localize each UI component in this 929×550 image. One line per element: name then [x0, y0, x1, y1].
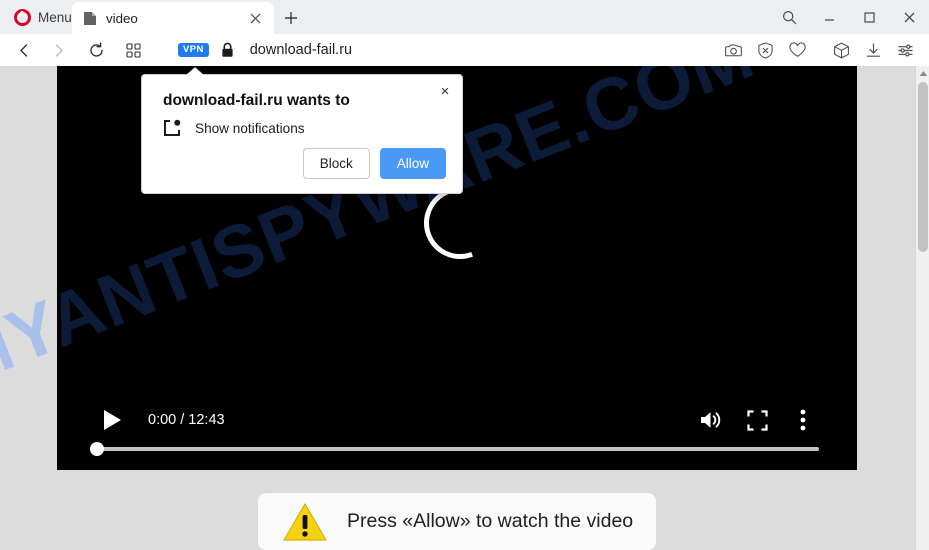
video-progress-handle[interactable] — [90, 442, 104, 456]
address-bar-url[interactable]: download-fail.ru — [250, 42, 352, 58]
window-controls — [769, 0, 929, 34]
notification-permission-dialog: × download-fail.ru wants to Show notific… — [141, 68, 463, 194]
camera-snapshot-icon[interactable] — [717, 35, 749, 65]
vpn-badge[interactable]: VPN — [178, 42, 209, 58]
video-controls: 0:00 / 12:43 — [57, 380, 857, 470]
tab-title: video — [106, 10, 138, 26]
notifications-icon — [163, 119, 181, 137]
dialog-actions: Block Allow — [302, 148, 446, 179]
cube-workspaces-icon[interactable] — [825, 35, 857, 65]
opera-menu-label: Menu — [38, 9, 72, 25]
grid-icon[interactable] — [118, 35, 148, 65]
forward-arrow-icon — [43, 35, 73, 65]
scrollbar-thumb[interactable] — [918, 82, 928, 252]
play-icon[interactable] — [92, 400, 132, 440]
video-controls-row: 0:00 / 12:43 — [57, 400, 857, 440]
ad-blocker-shield-icon[interactable] — [749, 35, 781, 65]
navigation-toolbar: VPN download-fail.ru — [0, 34, 929, 66]
search-icon[interactable] — [769, 0, 809, 34]
opera-o-icon — [14, 8, 31, 26]
minimize-icon[interactable] — [809, 0, 849, 34]
opera-menu-button[interactable]: Menu — [10, 4, 76, 30]
dialog-permission-label: Show notifications — [195, 120, 305, 136]
block-button[interactable]: Block — [302, 148, 370, 179]
title-bar: Menu video — [0, 0, 929, 34]
tab-video[interactable]: video — [72, 2, 274, 34]
allow-prompt-banner: Press «Allow» to watch the video — [258, 493, 656, 550]
kebab-menu-icon[interactable] — [780, 400, 826, 440]
scroll-up-arrow-icon[interactable] — [916, 66, 929, 80]
allow-button[interactable]: Allow — [379, 148, 446, 179]
heart-icon[interactable] — [781, 35, 813, 65]
browser-window: Menu video VPN download-fail.ru MYANTISP… — [0, 0, 929, 550]
new-tab-button[interactable] — [280, 7, 302, 29]
page-content: MYANTISPYWARE.COM MYANTISPYWARE.COM 0:00… — [0, 66, 929, 550]
downloads-icon[interactable] — [857, 35, 889, 65]
page-icon — [83, 11, 97, 26]
dialog-pointer — [187, 68, 203, 75]
dialog-close-icon[interactable]: × — [434, 80, 456, 102]
fullscreen-icon[interactable] — [734, 400, 780, 440]
dialog-permission-row: Show notifications — [163, 119, 305, 137]
video-progress-bar[interactable] — [90, 442, 819, 456]
video-controls-right — [688, 400, 857, 440]
reload-icon[interactable] — [81, 35, 111, 65]
lock-icon[interactable] — [220, 41, 236, 59]
close-icon[interactable] — [889, 0, 929, 34]
tab-close-icon[interactable] — [244, 7, 266, 29]
warning-triangle-icon — [283, 502, 327, 542]
toolbar-right-icons — [717, 35, 929, 65]
dialog-title: download-fail.ru wants to — [163, 92, 350, 109]
allow-prompt-text: Press «Allow» to watch the video — [347, 510, 634, 532]
back-arrow-icon[interactable] — [9, 35, 39, 65]
volume-icon[interactable] — [688, 400, 734, 440]
page-scrollbar[interactable] — [915, 66, 929, 550]
maximize-icon[interactable] — [849, 0, 889, 34]
easy-setup-sliders-icon[interactable] — [889, 35, 921, 65]
video-time-display: 0:00 / 12:43 — [148, 412, 225, 428]
